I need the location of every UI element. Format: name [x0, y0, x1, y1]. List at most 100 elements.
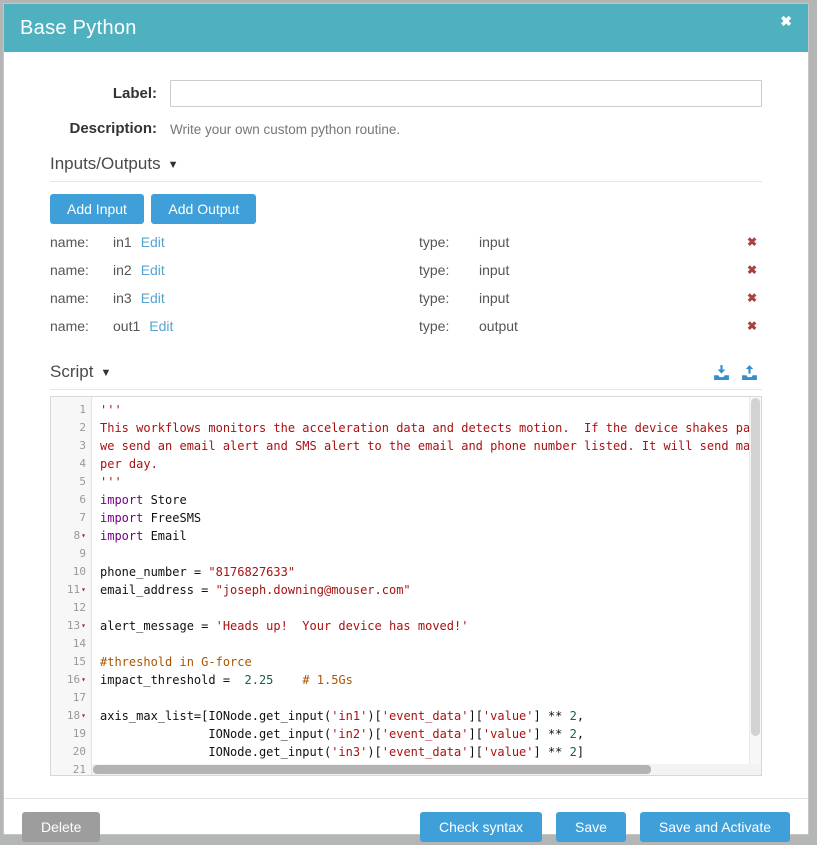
code-line: 19 IONode.get_input('in2')['event_data']…: [51, 725, 761, 743]
io-name-value: out1: [113, 318, 140, 334]
code-line: 6import Store: [51, 491, 761, 509]
line-number: 9: [51, 545, 91, 563]
io-edit-link[interactable]: Edit: [149, 318, 173, 334]
close-icon[interactable]: ✖: [780, 14, 792, 28]
code-text: IONode.get_input('in3')['event_data']['v…: [91, 743, 584, 761]
upload-icon[interactable]: [741, 364, 758, 381]
line-number: 14: [51, 635, 91, 653]
fold-arrow-icon[interactable]: ▾: [81, 531, 86, 540]
remove-row-icon[interactable]: ✖: [747, 291, 757, 305]
divider: [50, 389, 762, 390]
label-input[interactable]: [170, 80, 762, 107]
fold-arrow-icon[interactable]: ▾: [81, 621, 86, 630]
line-number: 18▾: [51, 707, 91, 725]
delete-button[interactable]: Delete: [22, 812, 100, 842]
remove-row-icon[interactable]: ✖: [747, 235, 757, 249]
code-text: #threshold in G-force: [91, 653, 252, 671]
line-number-text: 11: [67, 583, 80, 596]
code-text: import FreeSMS: [91, 509, 201, 527]
label-field-label: Label:: [50, 85, 170, 102]
line-number: 1: [51, 401, 91, 419]
code-line: 15#threshold in G-force: [51, 653, 761, 671]
line-number: 5: [51, 473, 91, 491]
line-number-text: 14: [73, 637, 86, 650]
line-number-text: 8: [74, 529, 81, 542]
description-text: Write your own custom python routine.: [170, 121, 400, 137]
code-line: 2This workflows monitors the acceleratio…: [51, 419, 761, 437]
check-syntax-button[interactable]: Check syntax: [420, 812, 542, 842]
vertical-scrollbar-thumb[interactable]: [751, 398, 760, 736]
io-row: name:in1Edittype:input✖: [50, 234, 762, 252]
code-line: 11▾email_address = "joseph.downing@mouse…: [51, 581, 761, 599]
io-name-label: name:: [50, 234, 113, 250]
line-number-text: 6: [79, 493, 86, 506]
fold-arrow-icon[interactable]: ▾: [81, 585, 86, 594]
code-text: impact_threshold = 2.25 # 1.5Gs: [91, 671, 353, 689]
code-line: 4per day.: [51, 455, 761, 473]
io-name-label: name:: [50, 290, 113, 306]
code-text: ''': [91, 401, 122, 419]
vertical-scrollbar[interactable]: [749, 397, 761, 764]
save-button[interactable]: Save: [556, 812, 626, 842]
io-edit-link[interactable]: Edit: [141, 234, 165, 250]
line-number-text: 17: [73, 691, 86, 704]
remove-row-icon[interactable]: ✖: [747, 263, 757, 277]
dialog-title: Base Python: [20, 17, 137, 40]
download-icon[interactable]: [713, 364, 730, 381]
line-number-text: 20: [73, 745, 86, 758]
code-line: 17: [51, 689, 761, 707]
line-number: 3: [51, 437, 91, 455]
io-name-value: in1: [113, 234, 132, 250]
io-type-value: output: [479, 318, 518, 334]
dialog-header: Base Python ✖: [4, 4, 808, 52]
code-line: 3we send an email alert and SMS alert to…: [51, 437, 761, 455]
line-number-text: 16: [67, 673, 80, 686]
line-number-text: 5: [79, 475, 86, 488]
fold-arrow-icon[interactable]: ▾: [81, 711, 86, 720]
line-number: 4: [51, 455, 91, 473]
fold-arrow-icon[interactable]: ▾: [81, 675, 86, 684]
code-text: phone_number = "8176827633": [91, 563, 295, 581]
code-text: axis_max_list=[IONode.get_input('in1')['…: [91, 707, 584, 725]
save-and-activate-button[interactable]: Save and Activate: [640, 812, 790, 842]
io-type-label: type:: [419, 290, 449, 306]
code-line: 9: [51, 545, 761, 563]
chevron-down-icon: ▼: [168, 157, 179, 171]
remove-row-icon[interactable]: ✖: [747, 319, 757, 333]
script-code-editor[interactable]: 1 '''2This workflows monitors the acceler…: [50, 396, 762, 776]
line-number: 17: [51, 689, 91, 707]
io-name-label: name:: [50, 262, 113, 278]
add-output-button[interactable]: Add Output: [151, 194, 256, 224]
line-number: 6: [51, 491, 91, 509]
base-python-dialog: Base Python ✖ Label: Description: Write …: [3, 3, 809, 835]
line-number-text: 19: [73, 727, 86, 740]
io-name-value: in2: [113, 262, 132, 278]
line-number: 19: [51, 725, 91, 743]
code-line: 18▾axis_max_list=[IONode.get_input('in1'…: [51, 707, 761, 725]
add-input-button[interactable]: Add Input: [50, 194, 144, 224]
inputs-outputs-heading-label: Inputs/Outputs: [50, 154, 161, 174]
io-edit-link[interactable]: Edit: [141, 262, 165, 278]
io-row: name:in2Edittype:input✖: [50, 262, 762, 280]
line-number: 8▾: [51, 527, 91, 545]
code-text: import Email: [91, 527, 187, 545]
code-line: 5''': [51, 473, 761, 491]
script-heading[interactable]: Script ▼: [50, 362, 762, 382]
inputs-outputs-heading[interactable]: Inputs/Outputs ▼: [50, 154, 762, 174]
chevron-down-icon: ▼: [100, 365, 111, 379]
line-number: 7: [51, 509, 91, 527]
horizontal-scrollbar[interactable]: [92, 764, 749, 775]
line-number-text: 1: [79, 403, 86, 416]
code-text: [91, 689, 100, 707]
horizontal-scrollbar-thumb[interactable]: [93, 765, 651, 774]
line-number: 13▾: [51, 617, 91, 635]
io-row: name:out1Edittype:output✖: [50, 318, 762, 336]
label-form-row: Label:: [50, 80, 762, 107]
io-row: name:in3Edittype:input✖: [50, 290, 762, 308]
line-number: 15: [51, 653, 91, 671]
code-text: IONode.get_input('in2')['event_data']['v…: [91, 725, 584, 743]
io-edit-link[interactable]: Edit: [141, 290, 165, 306]
line-number: 12: [51, 599, 91, 617]
code-text: [91, 635, 100, 653]
line-number-text: 18: [67, 709, 80, 722]
